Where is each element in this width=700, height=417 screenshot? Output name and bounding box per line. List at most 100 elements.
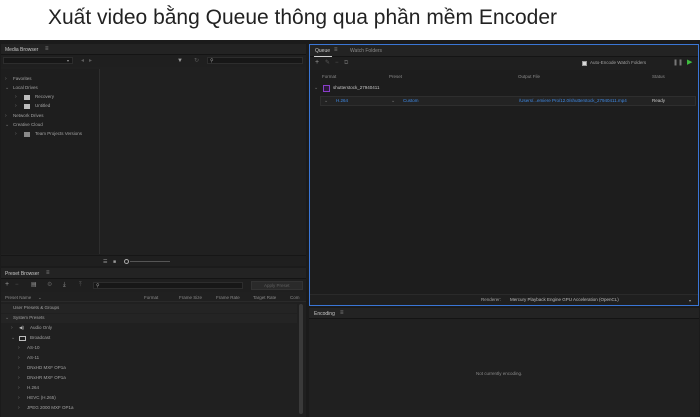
- drive-icon: [24, 104, 30, 109]
- preset-item[interactable]: › JPEG 2000 MXF OP1a: [1, 404, 297, 413]
- pause-icon[interactable]: ❚❚: [673, 60, 683, 66]
- preset-item[interactable]: › DNxHD MXF OP1a: [1, 364, 297, 373]
- chevron-right-icon: ›: [18, 365, 20, 371]
- media-search-input[interactable]: [207, 57, 303, 64]
- queue-panel: Queue ≡ Watch Folders + ✎ − ⧉ Auto-Encod…: [309, 44, 699, 306]
- encoding-title: Encoding: [314, 311, 335, 317]
- renderer-bar: Renderer: Mercury Playback Engine GPU Ac…: [310, 294, 698, 305]
- speaker-icon: ◀): [19, 325, 24, 330]
- panel-menu-icon[interactable]: ≡: [334, 47, 338, 53]
- export-preset-icon[interactable]: ⤒: [79, 282, 82, 288]
- auto-encode-checkbox[interactable]: [582, 61, 587, 66]
- preset-item-label: Broadcast: [30, 335, 51, 340]
- column-preset-name[interactable]: Preset Name: [5, 293, 31, 302]
- preset-browser-title: Preset Browser: [5, 271, 40, 277]
- preset-item[interactable]: › ◀) Audio Only: [1, 324, 297, 333]
- column-status[interactable]: Status: [652, 72, 665, 81]
- preset-item[interactable]: › AS-10: [1, 344, 297, 353]
- preset-toolbar: + − ▤ ⚙ ⤓ ⤒ ⚲ Apply Preset: [1, 279, 306, 292]
- tree-label: Team Projects Versions: [35, 131, 83, 136]
- tree-recovery[interactable]: › Recovery: [15, 93, 54, 101]
- preset-item-label: HEVC (H.265): [27, 395, 56, 400]
- chevron-right-icon: ›: [18, 405, 20, 411]
- column-frame-rate[interactable]: Frame Rate: [216, 293, 240, 302]
- thumbnail-view-icon[interactable]: ■: [113, 259, 116, 265]
- chevron-down-icon[interactable]: ⌄: [391, 97, 395, 105]
- preset-item[interactable]: › DNxHR MXF OP1a: [1, 374, 297, 383]
- column-target-rate[interactable]: Target Rate: [253, 293, 276, 302]
- panel-menu-icon[interactable]: ≡: [46, 270, 50, 276]
- list-view-icon[interactable]: ☰: [103, 259, 107, 265]
- panel-menu-icon[interactable]: ≡: [340, 310, 344, 316]
- settings-icon[interactable]: ⚙: [47, 282, 52, 288]
- preset-item[interactable]: › HEVC (H.265): [1, 394, 297, 403]
- tree-team-projects[interactable]: › Team Projects Versions: [15, 130, 82, 138]
- tree-label: Creative Cloud: [13, 122, 43, 127]
- media-tree: › Favorites ⌄ Local Drives › Recovery › Unti…: [1, 69, 99, 254]
- remove-icon[interactable]: −: [335, 60, 339, 66]
- chevron-right-icon: ›: [18, 375, 20, 381]
- panel-menu-icon[interactable]: ≡: [45, 46, 49, 52]
- preset-item[interactable]: User Presets & Groups: [1, 304, 297, 313]
- filter-icon[interactable]: ▼: [177, 58, 183, 64]
- sequence-icon: [323, 85, 330, 92]
- queue-item-source[interactable]: ⌄ shutterstock_27940411: [310, 84, 698, 93]
- preset-search-input[interactable]: [93, 282, 243, 289]
- column-preset[interactable]: Preset: [389, 72, 402, 81]
- zoom-slider-track[interactable]: [130, 261, 170, 262]
- new-group-icon[interactable]: ▤: [31, 282, 37, 288]
- tab-watch-folders[interactable]: Watch Folders: [350, 48, 382, 54]
- start-queue-icon[interactable]: ▶: [687, 59, 692, 66]
- queue-column-header: Format Preset Output File Status: [310, 72, 698, 82]
- add-source-icon[interactable]: +: [315, 59, 319, 66]
- apply-preset-button[interactable]: Apply Preset: [251, 281, 303, 290]
- preset-link[interactable]: Custom: [403, 97, 419, 105]
- forward-arrow-icon[interactable]: ▸: [89, 58, 92, 64]
- tree-untitled[interactable]: › Untitled: [15, 102, 50, 110]
- zoom-slider-handle[interactable]: [124, 259, 129, 264]
- tree-label: Recovery: [35, 94, 55, 99]
- add-preset-icon[interactable]: +: [5, 281, 9, 288]
- import-preset-icon[interactable]: ⤓: [63, 282, 66, 288]
- preset-item-label: User Presets & Groups: [13, 305, 60, 310]
- preset-item[interactable]: › H.264: [1, 384, 297, 393]
- column-output-file[interactable]: Output File: [518, 72, 540, 81]
- duplicate-icon[interactable]: ⧉: [344, 60, 348, 66]
- column-frame-size[interactable]: Frame Size: [179, 293, 202, 302]
- column-preset-format[interactable]: Format: [144, 293, 158, 302]
- chevron-right-icon: ›: [18, 345, 20, 351]
- preset-item[interactable]: ⌄ Broadcast: [1, 334, 297, 343]
- tree-local-drives[interactable]: ⌄ Local Drives: [5, 84, 38, 92]
- banner-title: Xuất video bằng Queue thông qua phần mềm…: [48, 6, 558, 29]
- preset-item[interactable]: › AS-11: [1, 354, 297, 363]
- chevron-down-icon[interactable]: ▾: [689, 298, 691, 304]
- format-link[interactable]: H.264: [336, 97, 348, 105]
- media-tree-divider[interactable]: [99, 69, 100, 254]
- preset-browser-panel: Preset Browser ≡ + − ▤ ⚙ ⤓ ⤒ ⚲ Apply Pre…: [1, 268, 306, 417]
- tree-label: Network Drives: [13, 113, 44, 118]
- column-comment[interactable]: Com: [290, 293, 300, 302]
- output-file-link[interactable]: /Users/...emiere Pro/12.0/shutterstock_2…: [519, 97, 627, 105]
- auto-encode-label: Auto-Encode Watch Folders: [590, 60, 647, 65]
- column-format[interactable]: Format: [322, 72, 336, 81]
- chevron-down-icon[interactable]: ▾: [67, 58, 69, 64]
- preset-item-label: H.264: [27, 385, 40, 390]
- tree-favorites[interactable]: › Favorites: [5, 75, 32, 83]
- refresh-icon[interactable]: ↻: [194, 58, 199, 64]
- queue-toolbar: + ✎ − ⧉ Auto-Encode Watch Folders ❚❚ ▶: [310, 57, 698, 70]
- preset-item-label: Audio Only: [30, 325, 53, 330]
- location-dropdown[interactable]: [3, 57, 73, 64]
- preset-item-label: JPEG 2000 MXF OP1a: [27, 405, 74, 410]
- edit-icon[interactable]: ✎: [325, 60, 330, 66]
- chevron-down-icon: ⌄: [5, 315, 10, 321]
- queue-item-output[interactable]: ⌄ H.264 ⌄ Custom /Users/...emiere Pro/12…: [320, 96, 696, 106]
- chevron-down-icon[interactable]: ⌄: [324, 97, 328, 105]
- preset-item[interactable]: ⌄ System Presets: [1, 314, 297, 323]
- renderer-dropdown[interactable]: Mercury Playback Engine GPU Acceleration…: [510, 296, 619, 304]
- tab-queue[interactable]: Queue: [315, 48, 330, 54]
- back-arrow-icon[interactable]: ◂: [81, 58, 84, 64]
- tree-creative-cloud[interactable]: ⌄ Creative Cloud: [5, 121, 43, 129]
- preset-scrollbar[interactable]: [299, 304, 303, 414]
- remove-preset-icon[interactable]: −: [15, 282, 19, 288]
- tree-network-drives[interactable]: › Network Drives: [5, 112, 44, 120]
